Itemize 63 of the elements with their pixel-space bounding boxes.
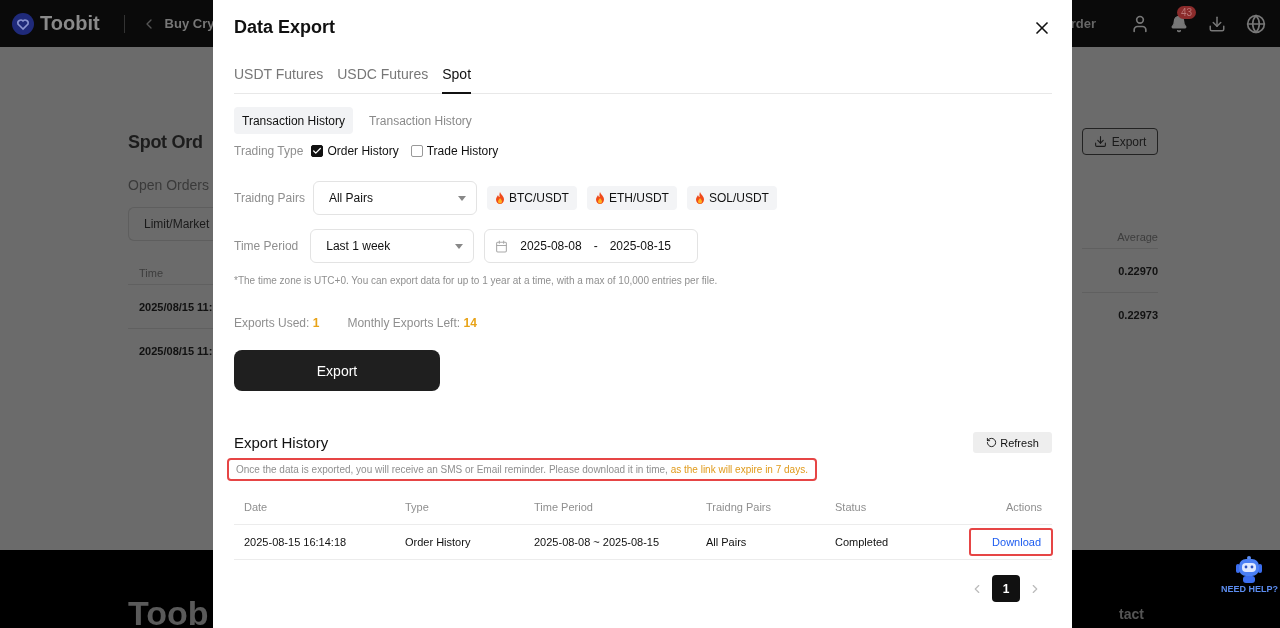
checkbox[interactable] xyxy=(311,145,324,157)
tab[interactable]: USDT Futures xyxy=(234,55,324,94)
quota-text: Exports Used: 1 xyxy=(234,316,320,330)
date-range-field[interactable]: 2025-08-08 - 2025-08-15 xyxy=(484,229,699,263)
checkbox-label[interactable]: Trade History xyxy=(426,144,499,158)
brand-name: Toobit xyxy=(40,12,100,35)
pairs-select[interactable]: All Pairs xyxy=(312,181,477,215)
column-header: Type xyxy=(405,490,534,525)
bell-icon[interactable] xyxy=(1170,14,1188,33)
date-separator: - xyxy=(593,239,598,253)
calendar-icon xyxy=(495,239,509,253)
table-cell: 0.22970 xyxy=(1082,248,1158,292)
expiry-notice: Once the data is exported, you will receive an SMS or Email reminder. Please download it in time, as the link will expire in 7 days. xyxy=(227,458,817,481)
table-cell: Order History xyxy=(405,525,534,560)
column-header: Date xyxy=(234,490,405,525)
tab[interactable]: Spot xyxy=(442,55,472,94)
field-label: Trading Type xyxy=(234,144,304,158)
table-cell: 0.22973 xyxy=(1082,292,1158,336)
start-date: 2025-08-08 xyxy=(520,239,582,253)
export-button[interactable]: Export xyxy=(234,350,440,391)
refresh-icon xyxy=(986,437,998,448)
quota-text: Monthly Exports Left: 14 xyxy=(347,316,477,330)
refresh-button[interactable]: Refresh xyxy=(973,432,1052,453)
end-date: 2025-08-15 xyxy=(609,239,672,253)
field-label: Traidng Pairs xyxy=(234,191,305,205)
flame-icon xyxy=(494,192,505,204)
table-cell: All Pairs xyxy=(706,525,835,560)
pair-chip[interactable]: ETH/USDT xyxy=(586,186,677,210)
back-link[interactable]: Buy Cry xyxy=(140,15,215,32)
column-header: Actions xyxy=(943,490,1052,525)
download-icon xyxy=(1093,135,1107,148)
table-cell: Completed xyxy=(835,525,944,560)
column-header: Traidng Pairs xyxy=(706,490,835,525)
checkbox-label[interactable]: Order History xyxy=(327,144,399,158)
logo-icon xyxy=(12,12,34,35)
caret-icon xyxy=(457,195,466,201)
pair-chip[interactable]: BTC/USDT xyxy=(486,186,577,210)
sub-tab[interactable]: Transaction History xyxy=(234,107,353,134)
tab[interactable]: USDC Futures xyxy=(337,55,429,94)
timezone-note: *The time zone is UTC+0. You can export data for up to 1 year at a time, with a max of 10,000 entries per file. xyxy=(234,275,719,286)
sub-tab[interactable]: Transaction History xyxy=(360,107,480,134)
footer-brand: Toob xyxy=(128,598,209,628)
page-button[interactable]: 1 xyxy=(992,575,1020,602)
column-header: Status xyxy=(835,490,944,525)
table-cell: 2025-08-15 16:14:18 xyxy=(234,525,405,560)
download-icon[interactable] xyxy=(1208,14,1226,33)
avatar-icon[interactable] xyxy=(1130,13,1150,34)
period-select[interactable]: Last 1 week xyxy=(310,229,475,263)
section-title: Export History xyxy=(234,434,329,451)
dialog-title: Data Export xyxy=(234,17,336,38)
flame-icon xyxy=(694,192,705,204)
table-cell: 2025-08-08 ~ 2025-08-15 xyxy=(534,525,706,560)
flame-icon xyxy=(594,192,605,204)
column-header: Time Period xyxy=(534,490,706,525)
caret-icon xyxy=(455,243,464,249)
checkbox[interactable] xyxy=(410,145,423,157)
globe-icon[interactable] xyxy=(1246,13,1266,34)
notification-badge: 43 xyxy=(1177,5,1197,19)
pair-chip[interactable]: SOL/USDT xyxy=(686,186,777,210)
field-label: Time Period xyxy=(234,239,299,253)
download-link[interactable]: Download xyxy=(969,528,1053,556)
page-title: Spot Ord xyxy=(128,132,204,154)
help-label[interactable]: NEED HELP? xyxy=(1221,584,1278,594)
